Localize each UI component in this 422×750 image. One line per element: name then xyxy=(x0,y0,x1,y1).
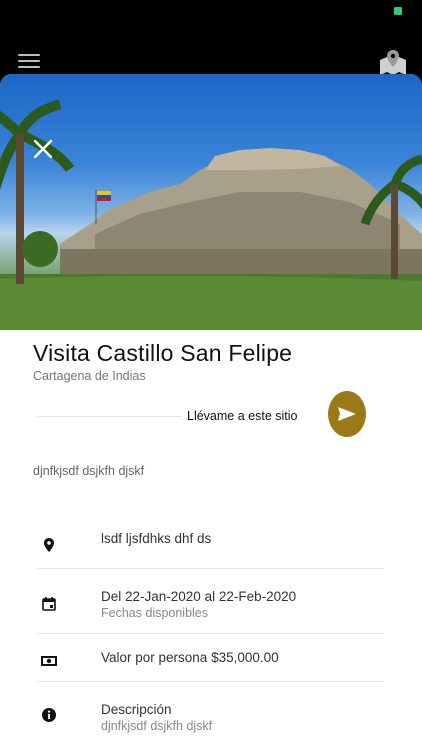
dates-row: Del 22-Jan-2020 al 22-Feb-2020 Fechas di… xyxy=(37,569,384,634)
battery-icon xyxy=(394,7,402,15)
description-title: Descripción xyxy=(101,702,172,717)
description-text: djnfkjsdf dsjkfh djskf xyxy=(101,719,213,733)
map-pin-icon[interactable] xyxy=(378,48,408,76)
dates-text: Del 22-Jan-2020 al 22-Feb-2020 xyxy=(101,589,297,604)
hamburger-icon[interactable] xyxy=(18,54,40,70)
divider xyxy=(37,416,182,417)
page-title: Visita Castillo San Felipe xyxy=(33,340,293,366)
detail-sheet: Visita Castillo San Felipe Cartagena de … xyxy=(0,74,422,750)
description-row: Descripción djnfkjsdf dsjkfh djskf xyxy=(37,682,384,750)
price-row: Valor por persona $35,000.00 xyxy=(37,634,384,682)
location-pin-icon xyxy=(44,538,54,552)
info-icon xyxy=(42,708,56,722)
place-city: Cartagena de Indias xyxy=(33,369,146,383)
calendar-icon xyxy=(42,597,56,611)
money-icon xyxy=(41,656,57,666)
hero-image xyxy=(0,74,422,330)
close-icon[interactable] xyxy=(32,138,54,160)
location-row: lsdf ljsfdhks dhf ds xyxy=(37,514,384,569)
send-icon xyxy=(338,407,356,421)
price-text: Valor por persona $35,000.00 xyxy=(101,650,279,665)
navigate-label: Llévame a este sitio xyxy=(187,409,298,423)
summary-text: djnfkjsdf dsjkfh djskf xyxy=(33,464,145,478)
dates-caption: Fechas disponibles xyxy=(101,606,209,620)
location-text: lsdf ljsfdhks dhf ds xyxy=(101,531,212,546)
top-bar xyxy=(0,22,422,82)
status-bar xyxy=(0,0,422,22)
navigate-button[interactable] xyxy=(328,391,366,437)
